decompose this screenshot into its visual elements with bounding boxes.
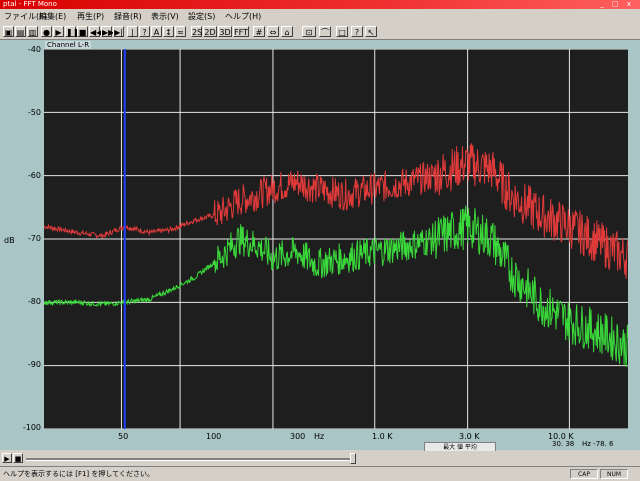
- x-axis-unit: Hz: [314, 432, 325, 441]
- mode-3d-button[interactable]: 3D: [218, 26, 232, 37]
- menu-view[interactable]: 表示(V): [150, 9, 180, 24]
- stop-icon[interactable]: ■: [77, 26, 88, 37]
- window-controls[interactable]: _ □ x: [600, 0, 634, 9]
- open-icon[interactable]: ▣: [3, 26, 14, 37]
- x-tick-label: 1.0 K: [372, 432, 393, 441]
- pause-icon[interactable]: ❚❚: [65, 26, 79, 37]
- menu-help[interactable]: ヘルプ(H): [224, 9, 262, 24]
- x-tick-label: 300: [290, 432, 306, 441]
- mode-2s-button[interactable]: 2S: [191, 26, 202, 37]
- y-tick-label: -100: [22, 423, 41, 432]
- menu-edit[interactable]: 編集(E): [38, 9, 67, 24]
- y-tick-label: -60: [27, 171, 41, 180]
- skip-end-icon[interactable]: ▶|: [113, 26, 124, 37]
- position-track[interactable]: [26, 458, 356, 461]
- spectrum-plot[interactable]: [44, 49, 628, 429]
- num-indicator: NUM: [600, 469, 628, 479]
- play-icon[interactable]: ▶: [53, 26, 64, 37]
- mode-fft-button[interactable]: FFT: [233, 26, 249, 37]
- x-tick-label: 100: [206, 432, 222, 441]
- rewind-icon[interactable]: ◀◀: [89, 26, 102, 37]
- menu-play[interactable]: 再生(P): [76, 9, 105, 24]
- help-pointer-icon[interactable]: ↖: [365, 26, 377, 37]
- scale-icon[interactable]: ⇔: [267, 26, 279, 37]
- status-bar: ヘルプを表示するには [F1] を押してください。 CAP NUM: [0, 466, 640, 481]
- cursor-db-readout: Hz -78. 6: [582, 440, 614, 448]
- amplitude-icon[interactable]: A: [151, 26, 162, 37]
- marker-icon[interactable]: |: [127, 26, 138, 37]
- x-tick-label: 50: [118, 432, 129, 441]
- menu-settings[interactable]: 設定(S): [187, 9, 216, 24]
- stop-small-icon[interactable]: ■: [13, 453, 23, 463]
- title-bar: ptal - FFT Mono _ □ x: [0, 0, 640, 9]
- cursor-hz-readout: 30. 38: [552, 440, 575, 448]
- print-icon[interactable]: ▥: [27, 26, 38, 37]
- status-message: ヘルプを表示するには [F1] を押してください。: [3, 470, 154, 478]
- cap-indicator: CAP: [570, 469, 598, 479]
- channel-tab[interactable]: Channel L-R: [45, 41, 92, 49]
- save-icon[interactable]: ▤: [15, 26, 26, 37]
- export-icon[interactable]: □: [336, 26, 348, 37]
- play-small-icon[interactable]: ▶: [2, 453, 12, 463]
- menu-bar: ファイル(F) 編集(E) 再生(P) 録音(R) 表示(V) 設定(S) ヘル…: [0, 9, 640, 24]
- level-icon[interactable]: ↕: [163, 26, 174, 37]
- x-tick-label: 3.0 K: [459, 432, 480, 441]
- transport-bar: ▶ ■: [0, 451, 640, 465]
- y-tick-label: -40: [27, 45, 41, 54]
- window-func-icon[interactable]: ⌒: [319, 26, 331, 37]
- y-axis-unit: dB: [4, 236, 15, 245]
- y-tick-label: -90: [27, 360, 41, 369]
- scope-icon[interactable]: ≈: [175, 26, 186, 37]
- about-icon[interactable]: ?: [351, 26, 363, 37]
- toolbar: ▣ ▤ ▥ ● ▶ ❚❚ ■ ◀◀ ▶▶ ▶| | ? A ↕ ≈ 2S 2D …: [0, 24, 640, 40]
- mode-2d-button[interactable]: 2D: [203, 26, 217, 37]
- fft-size-icon[interactable]: ⊡: [302, 26, 316, 37]
- zoom-icon[interactable]: ?: [139, 26, 150, 37]
- peak-icon[interactable]: ⌂: [281, 26, 293, 37]
- y-tick-label: -50: [27, 108, 41, 117]
- position-thumb[interactable]: [350, 453, 356, 464]
- forward-icon[interactable]: ▶▶: [101, 26, 114, 37]
- spectrum-chart: [44, 49, 628, 429]
- grid-icon[interactable]: #: [253, 26, 265, 37]
- window-title: ptal - FFT Mono: [3, 0, 57, 8]
- record-icon[interactable]: ●: [41, 26, 52, 37]
- menu-record[interactable]: 録音(R): [113, 9, 143, 24]
- y-tick-label: -80: [27, 297, 41, 306]
